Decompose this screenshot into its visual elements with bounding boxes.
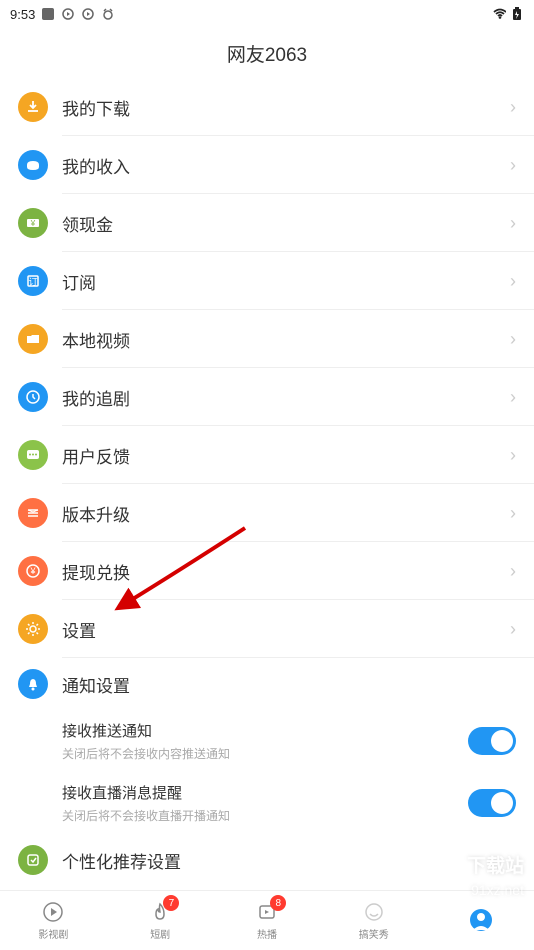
page-title: 网友2063 [0,28,534,78]
row-withdraw[interactable]: ¥ 提现兑换 › [0,542,534,600]
coin-icon: ¥ [18,556,48,586]
nav-hot[interactable]: 8 热播 [214,891,321,950]
chevron-right-icon: › [510,329,516,350]
settings-list: 我的下载 › 我的收入 › ¥ 领现金 › 订 订阅 › 本地视频 › 我的追剧… [0,78,534,948]
watermark-text-2: 91xz.net [471,882,524,898]
chevron-right-icon: › [510,97,516,118]
push-toggle[interactable] [468,727,516,755]
sub-title: 接收直播消息提醒 [62,782,468,803]
row-my-series[interactable]: 我的追剧 › [0,368,534,426]
nav-label: 影视剧 [38,926,68,941]
upgrade-icon [18,498,48,528]
nav-short[interactable]: 7 短剧 [107,891,214,950]
app-icon-1 [41,7,55,21]
show-icon [362,900,386,924]
row-label: 我的收入 [62,153,510,178]
status-bar: 9:53 [0,0,534,28]
download-icon [18,92,48,122]
row-label: 提现兑换 [62,559,510,584]
play-icon [41,900,65,924]
app-icon-3 [81,7,95,21]
cash-icon: ¥ [18,208,48,238]
gear-icon [18,614,48,644]
chevron-right-icon: › [510,619,516,640]
chevron-right-icon: › [510,387,516,408]
wifi-icon [492,7,506,21]
feedback-icon [18,440,48,470]
sub-desc: 关闭后将不会接收内容推送通知 [62,745,468,762]
row-my-downloads[interactable]: 我的下载 › [0,78,534,136]
sub-title: 接收推送通知 [62,720,468,741]
watermark-text-1: 下载站 [467,851,524,878]
bottom-nav: 影视剧 7 短剧 8 热播 搞笑秀 [0,890,534,950]
nav-label: 短剧 [150,926,170,941]
nav-movies[interactable]: 影视剧 [0,891,107,950]
personalize-icon [18,845,48,875]
chevron-right-icon: › [510,213,516,234]
nav-label: 热播 [257,926,277,941]
nav-label: 搞笑秀 [359,926,389,941]
row-label: 我的下载 [62,95,510,120]
row-label: 用户反馈 [62,443,510,468]
chevron-right-icon: › [510,561,516,582]
row-settings[interactable]: 设置 › [0,600,534,658]
bell-icon [18,669,48,699]
battery-icon [510,7,524,21]
row-feedback[interactable]: 用户反馈 › [0,426,534,484]
user-icon [469,908,493,932]
live-toggle[interactable] [468,789,516,817]
row-push-notification: 接收推送通知 关闭后将不会接收内容推送通知 [0,710,534,772]
row-label: 订阅 [62,269,510,294]
row-label: 我的追剧 [62,385,510,410]
row-notification-settings[interactable]: 通知设置 [0,658,534,710]
folder-icon [18,324,48,354]
row-label: 通知设置 [62,672,516,697]
row-my-income[interactable]: 我的收入 › [0,136,534,194]
row-subscribe[interactable]: 订 订阅 › [0,252,534,310]
income-icon [18,150,48,180]
svg-text:订: 订 [28,277,37,287]
row-label: 本地视频 [62,327,510,352]
row-label: 版本升级 [62,501,510,526]
clock-icon [18,382,48,412]
row-upgrade[interactable]: 版本升级 › [0,484,534,542]
chevron-right-icon: › [510,503,516,524]
svg-text:¥: ¥ [30,219,36,228]
row-label: 个性化推荐设置 [62,848,516,873]
nav-user[interactable] [427,891,534,950]
app-icon-2 [61,7,75,21]
svg-text:¥: ¥ [29,566,36,576]
row-label: 设置 [62,617,510,642]
status-time: 9:53 [10,7,35,22]
chevron-right-icon: › [510,271,516,292]
row-label: 领现金 [62,211,510,236]
chevron-right-icon: › [510,445,516,466]
badge: 8 [270,895,286,911]
row-personalization-settings[interactable]: 个性化推荐设置 [0,834,534,886]
subscribe-icon: 订 [18,266,48,296]
row-get-cash[interactable]: ¥ 领现金 › [0,194,534,252]
sub-desc: 关闭后将不会接收直播开播通知 [62,807,468,824]
chevron-right-icon: › [510,155,516,176]
alarm-icon [101,7,115,21]
row-live-notification: 接收直播消息提醒 关闭后将不会接收直播开播通知 [0,772,534,834]
row-local-video[interactable]: 本地视频 › [0,310,534,368]
badge: 7 [163,895,179,911]
nav-funny[interactable]: 搞笑秀 [320,891,427,950]
